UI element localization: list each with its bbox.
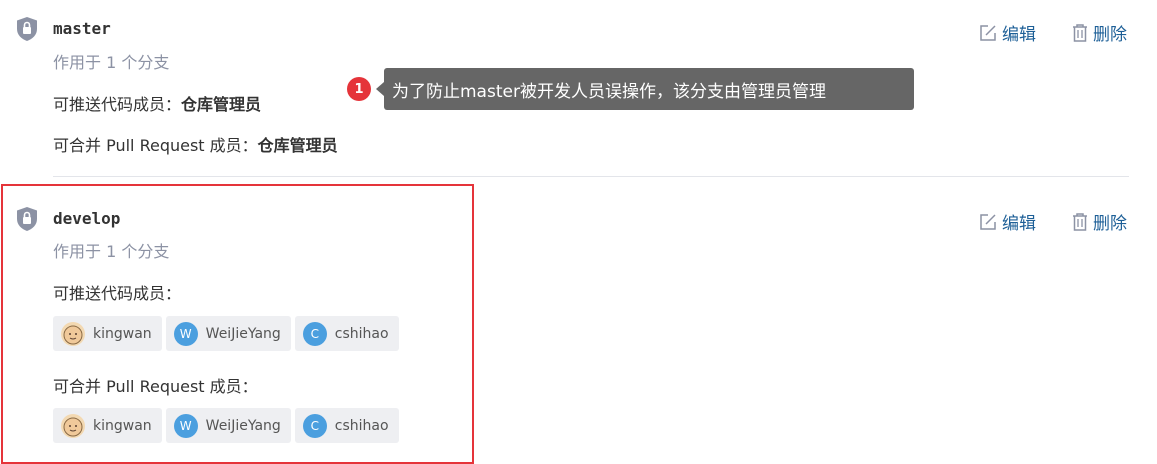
lock-shield-icon [17,17,37,41]
branch-name: develop [53,209,121,228]
letter-avatar: C [302,321,327,346]
merge-label: 可合并 Pull Request 成员： [53,136,258,155]
applies-count: 作用于 1 个分支 [53,53,170,72]
push-permission: 可推送代码成员：仓库管理员 [53,91,261,115]
merge-value: 仓库管理员 [257,136,338,155]
edit-button[interactable]: 编辑 [978,20,1036,45]
member-chip[interactable]: kingwan [53,316,162,351]
divider [53,176,1129,177]
member-chip[interactable]: W WeiJieYang [165,316,291,351]
member-chip[interactable]: kingwan [53,408,162,443]
delete-label: 删除 [1093,214,1127,234]
merge-permission: 可合并 Pull Request 成员：仓库管理员 [53,132,338,156]
edit-label: 编辑 [1002,214,1036,234]
delete-button[interactable]: 删除 [1071,20,1127,45]
letter-avatar: W [173,413,198,438]
trash-icon [1073,23,1087,42]
tooltip-arrow [376,82,384,96]
push-label: 可推送代码成员： [53,284,182,303]
annotation-tooltip: 为了防止master被开发人员误操作，该分支由管理员管理 [384,68,914,110]
edit-button[interactable]: 编辑 [978,209,1036,234]
push-label: 可推送代码成员： [53,95,182,114]
cartoon-avatar-icon [61,413,85,438]
delete-label: 删除 [1093,25,1127,45]
member-chip[interactable]: C cshihao [294,316,399,351]
member-chip[interactable]: W WeiJieYang [165,408,291,443]
member-name: cshihao [334,325,389,342]
branch-rule-develop: develop 作用于 1 个分支 可推送代码成员： kingwan W Wei… [0,184,1157,464]
cartoon-avatar-icon [61,321,85,346]
letter-avatar: C [302,413,327,438]
annotation-badge: 1 [347,77,371,101]
trash-icon [1073,212,1087,231]
member-name: WeiJieYang [205,417,281,434]
member-name: kingwan [93,325,152,342]
push-members: kingwan W WeiJieYang C cshihao [53,316,399,351]
letter-avatar: W [173,321,198,346]
branch-name: master [53,19,111,38]
merge-members: kingwan W WeiJieYang C cshihao [53,408,399,443]
applies-count: 作用于 1 个分支 [53,242,170,261]
push-value: 仓库管理员 [181,95,262,114]
delete-button[interactable]: 删除 [1071,209,1127,234]
member-chip[interactable]: C cshihao [294,408,399,443]
member-name: cshihao [334,417,389,434]
merge-label: 可合并 Pull Request 成员： [53,377,258,396]
member-name: WeiJieYang [205,325,281,342]
member-name: kingwan [93,417,152,434]
edit-label: 编辑 [1002,25,1036,45]
lock-shield-icon [17,207,37,231]
edit-icon [980,24,996,41]
edit-icon [980,213,996,230]
